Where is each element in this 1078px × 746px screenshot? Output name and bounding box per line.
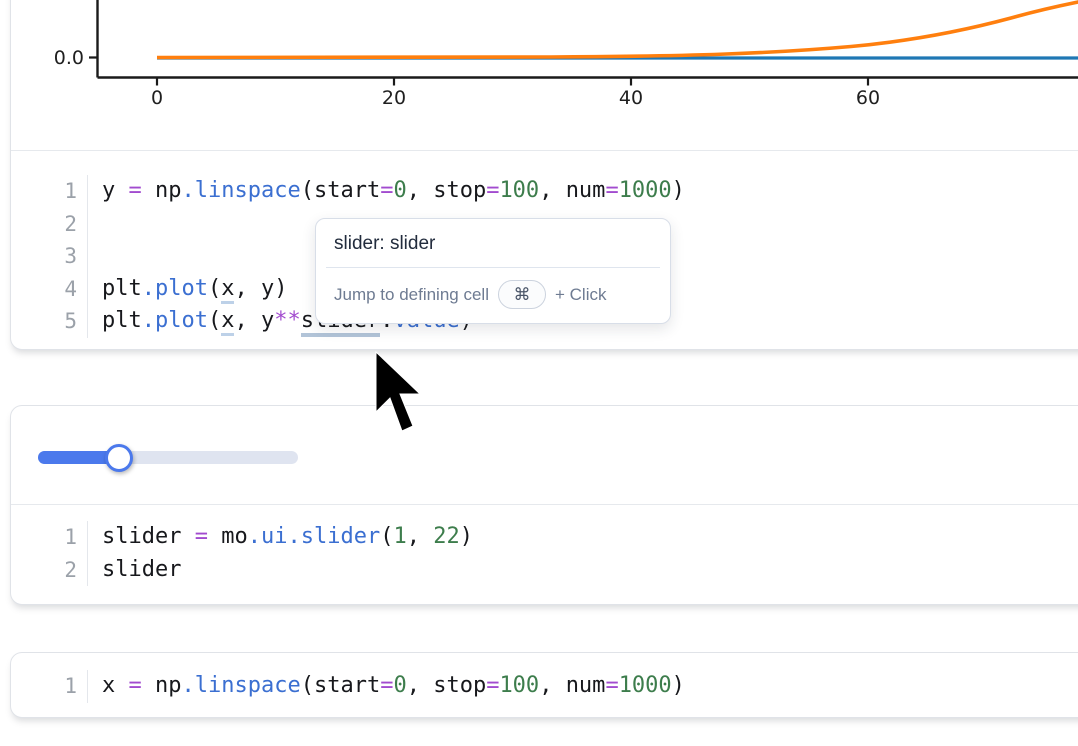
mouse-cursor-icon [370,348,430,443]
line-number: 5 [11,305,77,338]
xtick-label-40: 40 [619,87,643,109]
tooltip-click-hint: + Click [555,285,606,305]
notebook-stage: 0.0 0 20 40 60 1 2 3 4 5 y = np.linspace… [0,0,1078,746]
line-number-gutter: 1 [11,670,77,703]
slider-output [11,406,1078,504]
tooltip-action-label[interactable]: Jump to defining cell [334,285,489,305]
line-number: 2 [11,208,77,241]
xtick-label-0: 0 [151,87,163,109]
slider-thumb[interactable] [105,444,133,472]
variable-tooltip: slider: slider Jump to defining cell ⌘ +… [315,218,671,324]
code-editor[interactable]: 1 2 slider = mo.ui.slider(1, 22) slider [11,504,1078,602]
code-editor[interactable]: 1 x = np.linspace(start=0, stop=100, num… [11,653,1078,718]
matplotlib-plot-output: 0.0 0 20 40 60 [11,0,1078,150]
line-number: 1 [11,521,77,554]
cell-x-definition: 1 x = np.linspace(start=0, stop=100, num… [10,652,1078,718]
line-number: 1 [11,175,77,208]
line-number: 1 [11,670,77,703]
xtick-label-20: 20 [382,87,406,109]
line-number: 4 [11,273,77,306]
cmd-key-icon: ⌘ [498,280,546,309]
code-line[interactable]: y = np.linspace(start=0, stop=100, num=1… [102,175,685,208]
line-number-gutter: 1 2 3 4 5 [11,175,77,338]
tooltip-title: slider: slider [316,219,670,267]
code-line[interactable]: slider [102,554,473,587]
cell-slider: 1 2 slider = mo.ui.slider(1, 22) slider [10,405,1078,605]
matplotlib-figure: 0.0 0 20 40 60 [11,0,1078,150]
code-line[interactable]: x = np.linspace(start=0, stop=100, num=1… [102,670,685,703]
ytick-label: 0.0 [54,47,84,69]
code-line[interactable]: slider = mo.ui.slider(1, 22) [102,521,473,554]
line-number: 3 [11,240,77,273]
line-number-gutter: 1 2 [11,521,77,586]
plot-axes-spines [98,0,1078,78]
plot-line-orange [157,0,1078,58]
xtick-label-60: 60 [856,87,880,109]
plot-tick-marks [89,58,868,86]
slider-track[interactable] [38,451,298,464]
line-number: 2 [11,554,77,587]
